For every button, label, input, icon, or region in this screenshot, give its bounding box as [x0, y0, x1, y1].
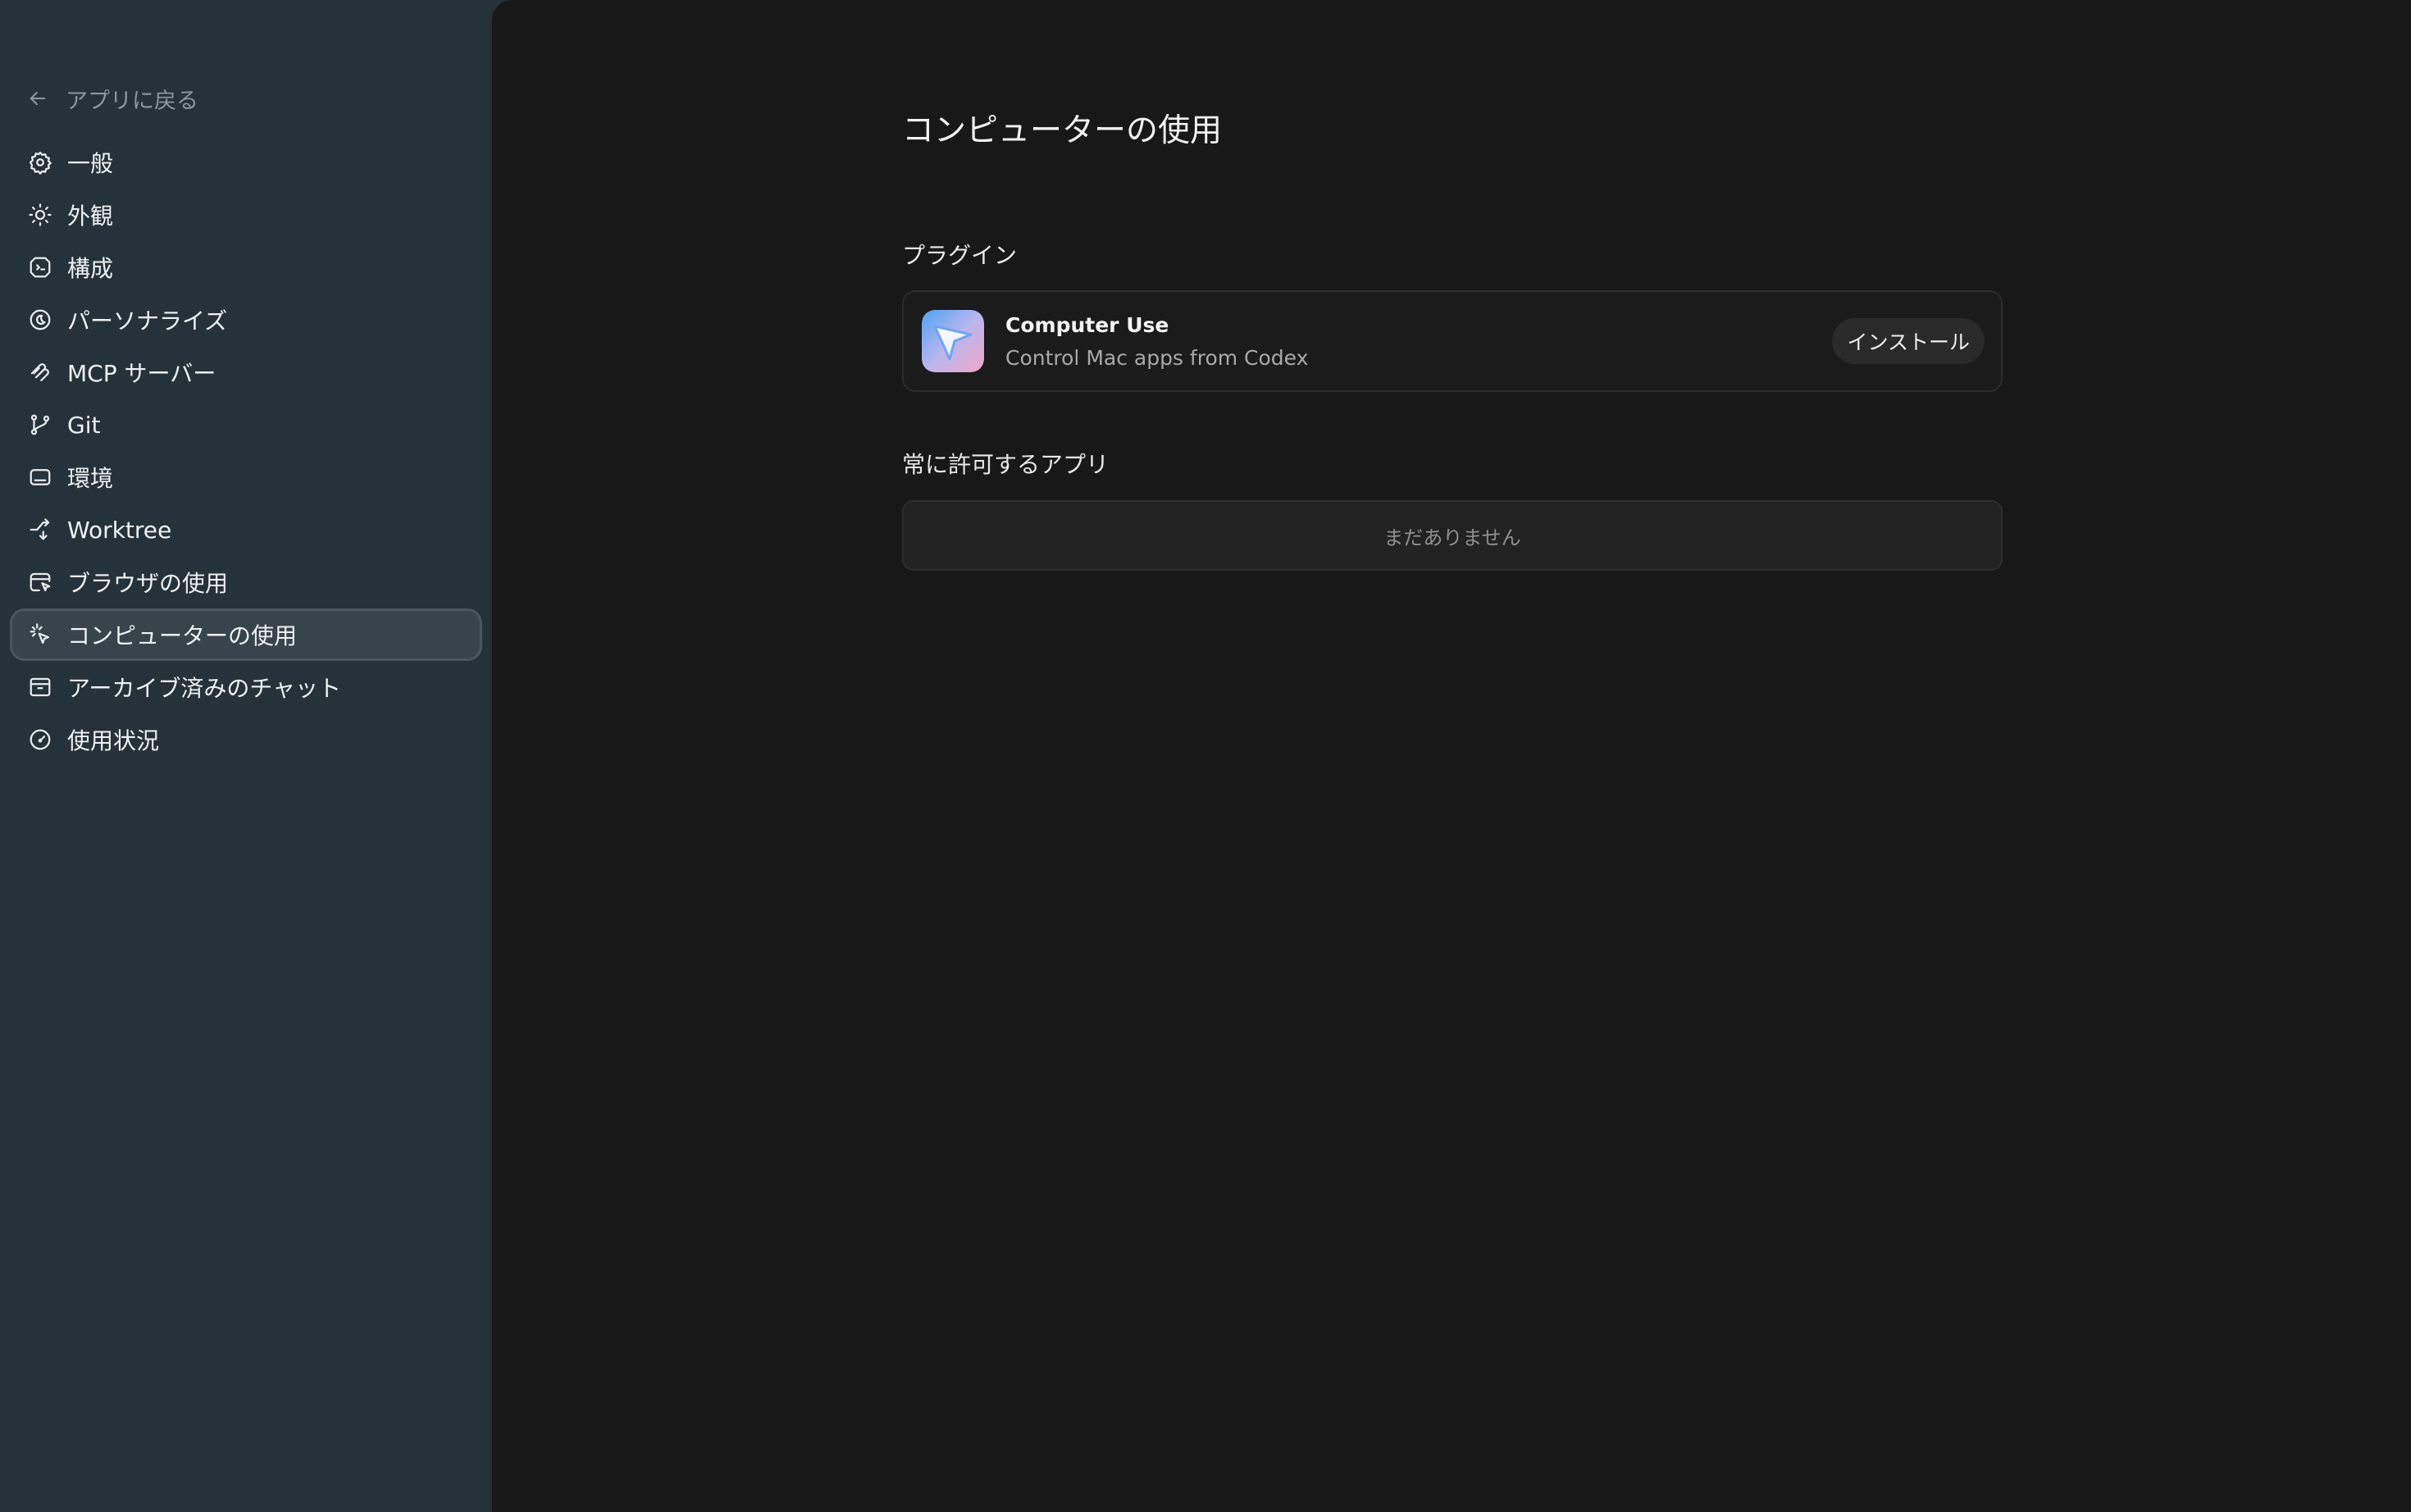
sidebar-item-label: パーソナライズ — [67, 307, 228, 335]
config-shield-icon — [26, 253, 54, 281]
sidebar-item-label: 環境 — [67, 465, 114, 492]
browser-cursor-icon — [26, 568, 54, 596]
sun-icon — [26, 201, 54, 229]
gauge-icon — [26, 726, 54, 754]
empty-state-text: まだありません — [1383, 526, 1521, 549]
sidebar-item-mcp-servers[interactable]: MCP サーバー — [10, 346, 482, 398]
mcp-icon — [26, 358, 54, 386]
sidebar-item-label: アーカイブ済みのチャット — [67, 675, 342, 702]
sidebar-item-browser-use[interactable]: ブラウザの使用 — [10, 556, 482, 608]
sidebar-item-label: 一般 — [67, 150, 114, 177]
sidebar-item-label: 外観 — [67, 203, 114, 230]
sidebar-item-archived-chats[interactable]: アーカイブ済みのチャット — [10, 661, 482, 713]
sidebar-item-label: 構成 — [67, 255, 114, 282]
personalize-icon — [26, 306, 54, 334]
sidebar-item-label: 使用状況 — [67, 727, 160, 754]
allowed-apps-empty-state: まだありません — [902, 500, 2003, 571]
archive-icon — [26, 673, 54, 701]
page-title: コンピューターの使用 — [902, 112, 1223, 149]
gear-icon — [26, 148, 54, 176]
plugin-name: Computer Use — [1005, 313, 1169, 337]
sidebar-item-label: Git — [67, 411, 101, 439]
sidebar-item-usage[interactable]: 使用状況 — [10, 713, 482, 766]
always-allowed-apps-heading: 常に許可するアプリ — [902, 451, 1110, 478]
computer-use-plugin-logo-icon — [922, 310, 984, 372]
terminal-window-icon — [26, 463, 54, 491]
sidebar-item-worktree[interactable]: Worktree — [10, 503, 482, 556]
plugin-card: Computer Use Control Mac apps from Codex… — [902, 290, 2003, 392]
install-button[interactable]: インストール — [1832, 318, 1985, 364]
sidebar-item-git[interactable]: Git — [10, 398, 482, 451]
worktree-icon — [26, 516, 54, 544]
sidebar-item-general[interactable]: 一般 — [10, 136, 482, 189]
sidebar-item-computer-use[interactable]: コンピューターの使用 — [10, 608, 482, 661]
back-to-app-label: アプリに戻る — [66, 88, 198, 114]
git-branch-icon — [26, 411, 54, 439]
sidebar-item-label: コンピューターの使用 — [67, 622, 298, 649]
plugins-heading: プラグイン — [902, 242, 1018, 269]
sidebar-item-label: Worktree — [67, 516, 172, 544]
sidebar-item-label: MCP サーバー — [67, 360, 216, 387]
computer-use-cursor-icon — [26, 621, 54, 649]
sidebar-item-appearance[interactable]: 外観 — [10, 189, 482, 241]
plugin-description: Control Mac apps from Codex — [1005, 346, 1309, 370]
sidebar: アプリに戻る 一般 外観 構成 パーソナライズ MCP サーバー Git 環境 … — [0, 0, 490, 1512]
main-panel: コンピューターの使用 プラグイン Computer Use Control Ma… — [490, 0, 2411, 1512]
settings-window: アプリに戻る 一般 外観 構成 パーソナライズ MCP サーバー Git 環境 … — [0, 0, 2411, 1512]
sidebar-item-environment[interactable]: 環境 — [10, 451, 482, 503]
arrow-left-icon — [25, 85, 51, 112]
sidebar-item-configuration[interactable]: 構成 — [10, 241, 482, 294]
sidebar-item-label: ブラウザの使用 — [67, 570, 229, 597]
settings-nav: 一般 外観 構成 パーソナライズ MCP サーバー Git 環境 Worktre… — [10, 136, 482, 766]
sidebar-item-personalize[interactable]: パーソナライズ — [10, 294, 482, 346]
back-to-app-link[interactable]: アプリに戻る — [25, 82, 198, 115]
